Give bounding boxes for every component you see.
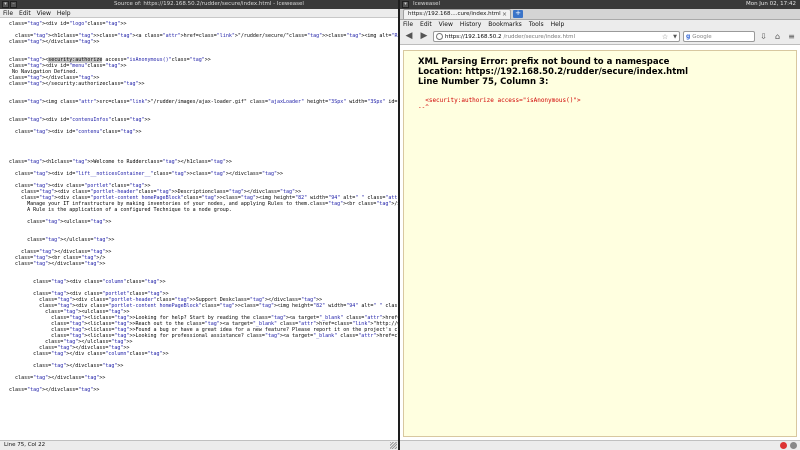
error-source-line: <security:authorize access="isAnonymous(… xyxy=(418,97,581,104)
url-path: /rudder/secure/index.html xyxy=(503,33,575,40)
bookmarks-icon[interactable]: ≡ xyxy=(786,31,797,42)
new-tab-icon[interactable]: + xyxy=(513,10,523,18)
menu-view[interactable]: View xyxy=(439,21,453,28)
browser-statusbar xyxy=(400,440,800,450)
source-statusbar: Line 75, Col 22 xyxy=(0,440,398,450)
browser-titlebar[interactable]: ▾ Iceweasel Mon Jun 02, 17:42 xyxy=(400,0,800,9)
source-window-titlebar[interactable]: ▾ – Source of: https://192.168.50.2/rudd… xyxy=(0,0,398,9)
menu-help[interactable]: Help xyxy=(57,10,71,17)
search-placeholder: Google xyxy=(692,33,712,40)
menu-tools[interactable]: Tools xyxy=(529,21,544,28)
view-source-window: ▾ – Source of: https://192.168.50.2/rudd… xyxy=(0,0,398,450)
google-icon[interactable]: g xyxy=(686,33,690,40)
back-arrow-icon[interactable]: ◀ xyxy=(403,31,415,43)
xml-parse-error-box: XML Parsing Error: prefix not bound to a… xyxy=(403,50,797,437)
menu-edit[interactable]: Edit xyxy=(19,10,31,17)
window-controls: ▾ – xyxy=(2,1,17,8)
tab-label: https://192.168....cure/index.html xyxy=(408,11,501,17)
window-menu-icon[interactable]: ▾ xyxy=(2,1,9,8)
menu-view[interactable]: View xyxy=(37,10,51,17)
browser-window-menu-icon[interactable]: ▾ xyxy=(402,1,409,8)
source-window-title: Source of: https://192.168.50.2/rudder/s… xyxy=(114,1,304,7)
menu-edit[interactable]: Edit xyxy=(420,21,432,28)
tab-index[interactable]: https://192.168....cure/index.html × xyxy=(403,9,511,19)
source-line: class="tag"><img class="attr">src=class=… xyxy=(9,99,398,105)
menu-file[interactable]: File xyxy=(3,10,13,17)
address-bar[interactable]: https://192.168.50.2/rudder/secure/index… xyxy=(433,31,680,42)
menu-help[interactable]: Help xyxy=(551,21,565,28)
system-clock: Mon Jun 02, 17:42 xyxy=(745,1,796,7)
site-identity-icon[interactable] xyxy=(436,33,443,40)
home-icon[interactable]: ⌂ xyxy=(772,31,783,42)
cursor-position: Line 75, Col 22 xyxy=(4,442,46,448)
url-history-dropdown-icon[interactable]: ▼ xyxy=(673,34,677,40)
page-content: XML Parsing Error: prefix not bound to a… xyxy=(400,45,800,440)
download-icon[interactable]: ⇩ xyxy=(758,31,769,42)
error-line-number: Line Number 75, Column 3: xyxy=(418,77,549,87)
tab-close-icon[interactable]: × xyxy=(502,10,507,19)
tab-strip: https://192.168....cure/index.html × + xyxy=(400,9,800,20)
addon-icon[interactable] xyxy=(780,442,787,449)
url-host: https://192.168.50.2 xyxy=(445,33,502,40)
forward-arrow-icon[interactable]: ▶ xyxy=(418,31,430,43)
status-icon[interactable] xyxy=(790,442,797,449)
error-pointer: --^ xyxy=(418,104,429,111)
source-line: class="tag"></divclass="tag">> xyxy=(9,387,100,393)
desktop: ▾ – Source of: https://192.168.50.2/rudd… xyxy=(0,0,800,450)
menu-bookmarks[interactable]: Bookmarks xyxy=(488,21,522,28)
resize-grip-icon[interactable] xyxy=(390,442,397,449)
browser-window-title: Iceweasel xyxy=(413,1,441,7)
search-box[interactable]: g Google xyxy=(683,31,755,42)
menu-file[interactable]: File xyxy=(403,21,413,28)
error-title: XML Parsing Error: prefix not bound to a… xyxy=(418,57,670,67)
browser-window: ▾ Iceweasel Mon Jun 02, 17:42 https://19… xyxy=(400,0,800,450)
minimize-icon[interactable]: – xyxy=(10,1,17,8)
browser-menubar: File Edit View History Bookmarks Tools H… xyxy=(400,20,800,29)
bookmark-star-icon[interactable]: ☆ xyxy=(662,33,668,41)
menu-history[interactable]: History xyxy=(460,21,481,28)
source-menubar: File Edit View Help xyxy=(0,9,398,18)
navigation-toolbar: ◀ ▶ https://192.168.50.2/rudder/secure/i… xyxy=(400,29,800,45)
error-location: Location: https://192.168.50.2/rudder/se… xyxy=(418,67,689,77)
source-code-view[interactable]: class="tag"><div id="logo"class="tag">> … xyxy=(0,18,398,440)
